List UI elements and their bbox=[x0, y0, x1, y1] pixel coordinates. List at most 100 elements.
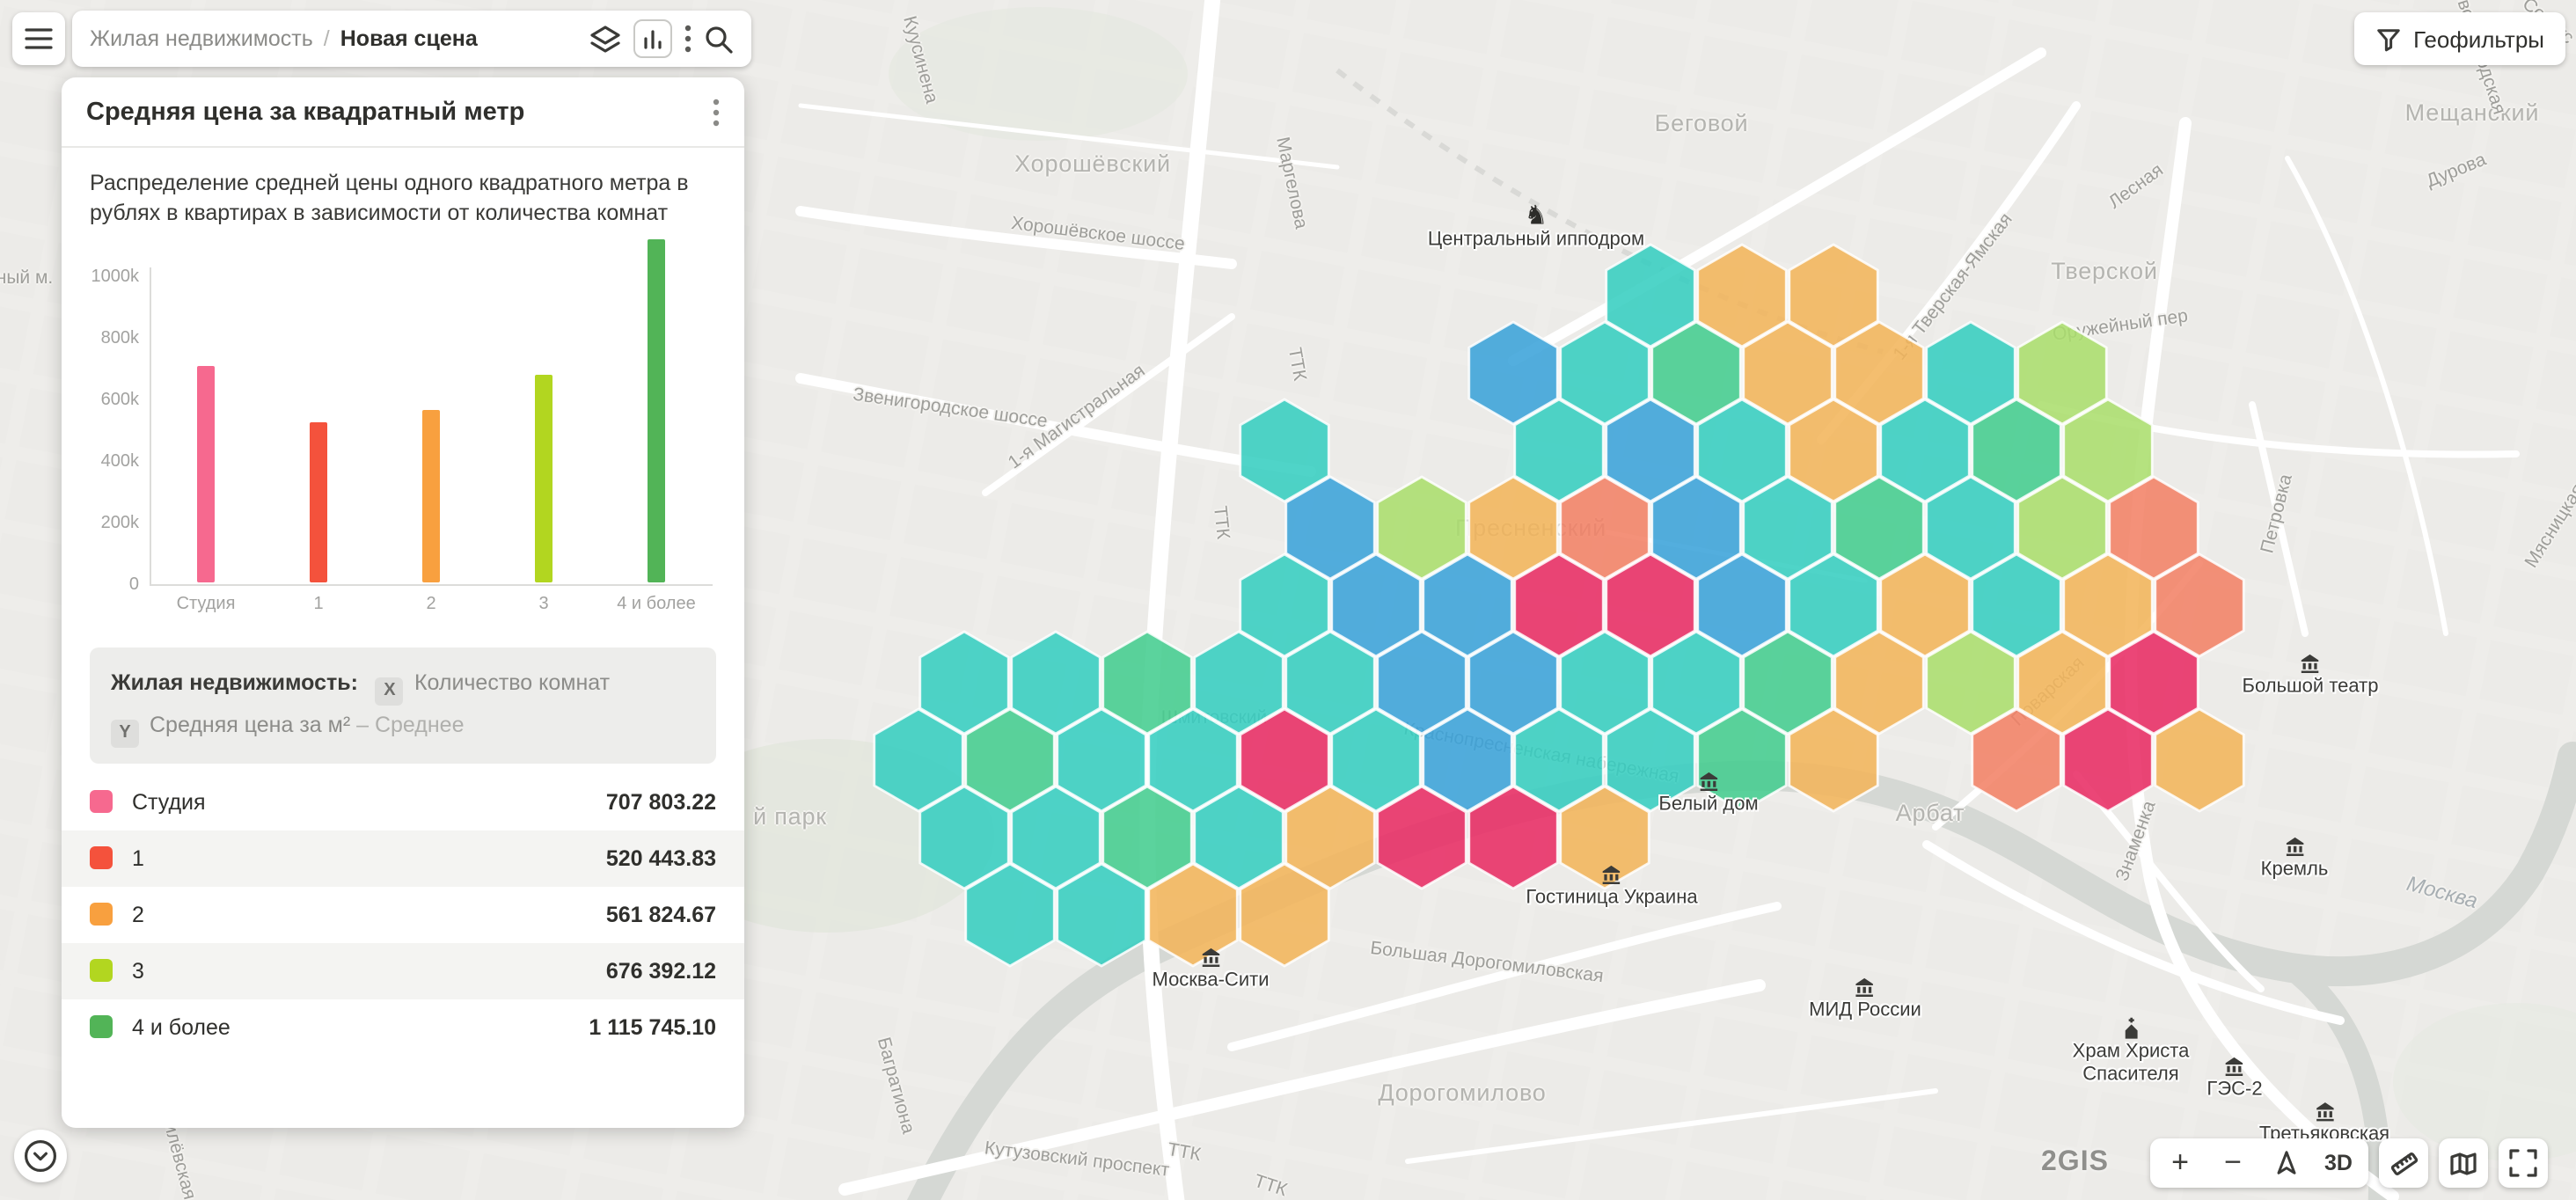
map-poi-label: МИД России bbox=[1809, 999, 1921, 1021]
building-icon bbox=[2313, 1099, 2336, 1122]
fullscreen-icon bbox=[2509, 1149, 2537, 1177]
map-controls-bar: + − 3D bbox=[2150, 1138, 2368, 1188]
app-root: КуусиненаХорошёвскийХорошёвское шоссеБег… bbox=[0, 0, 2576, 1200]
dataset-info-box: Жилая недвижимость:XКоличество комнат YС… bbox=[90, 647, 716, 763]
chart-y-axis bbox=[150, 267, 151, 585]
geofilters-label: Геофильтры bbox=[2413, 26, 2544, 52]
legend-row[interactable]: 1 520 443.83 bbox=[62, 830, 744, 886]
legend-row[interactable]: 2 561 824.67 bbox=[62, 886, 744, 942]
legend-value: 707 803.22 bbox=[606, 789, 716, 814]
building-icon bbox=[2299, 650, 2322, 673]
legend-label: 1 bbox=[132, 845, 144, 870]
zoom-out-button[interactable]: − bbox=[2206, 1138, 2259, 1188]
collapse-panel-button[interactable] bbox=[14, 1130, 67, 1182]
map-poi-label: Большой театр bbox=[2243, 676, 2379, 698]
kebab-icon bbox=[713, 98, 720, 126]
bar-chart-icon bbox=[640, 26, 665, 51]
legend-swatch bbox=[90, 1015, 113, 1038]
legend-label: 2 bbox=[132, 902, 144, 926]
chart-bar[interactable] bbox=[197, 365, 215, 583]
mode-3d-button[interactable]: 3D bbox=[2312, 1138, 2365, 1188]
horse-icon: ♞ bbox=[1525, 201, 1548, 228]
kebab-icon bbox=[684, 25, 692, 53]
map-poi[interactable]: Москва-Сити bbox=[1153, 943, 1270, 991]
breadcrumb-current: Новая сцена bbox=[340, 26, 478, 51]
chart-y-tick: 0 bbox=[90, 574, 139, 594]
fullscreen-button[interactable] bbox=[2499, 1138, 2548, 1188]
map-poi[interactable]: Белый дом bbox=[1658, 767, 1758, 816]
chart-y-tick: 200k bbox=[90, 513, 139, 532]
legend-label: 4 и более bbox=[132, 1014, 231, 1039]
layers-button[interactable] bbox=[589, 24, 621, 54]
search-icon bbox=[704, 24, 734, 54]
chart-y-tick: 1000k bbox=[90, 267, 139, 286]
y-axis-label: Средняя цена за м² bbox=[150, 712, 350, 736]
map-poi[interactable]: ♞Центральный ипподром bbox=[1428, 202, 1644, 251]
ruler-button[interactable] bbox=[2379, 1138, 2428, 1188]
legend-value: 520 443.83 bbox=[606, 845, 716, 870]
map-poi[interactable]: Гостиница Украина bbox=[1526, 860, 1697, 909]
building-icon bbox=[1697, 768, 1720, 791]
map-poi-label: Кремль bbox=[2261, 859, 2329, 881]
building-icon bbox=[1199, 944, 1222, 967]
chart-y-tick: 600k bbox=[90, 390, 139, 409]
legend-label: 3 bbox=[132, 958, 144, 983]
chart-y-tick: 400k bbox=[90, 451, 139, 471]
chart-x-label: 3 bbox=[487, 594, 600, 613]
widget-description: Распределение средней цены одного квадра… bbox=[90, 169, 716, 228]
map-poi[interactable]: Храм Христа Спасителя bbox=[2073, 1015, 2190, 1087]
map-poi[interactable]: Большой театр bbox=[2243, 649, 2379, 698]
map-poi-label: Москва-Сити bbox=[1153, 970, 1270, 991]
chart-x-axis bbox=[150, 583, 713, 585]
widgets-button[interactable] bbox=[633, 19, 672, 58]
chart-x-label: 1 bbox=[262, 594, 375, 613]
x-axis-label: Количество комнат bbox=[414, 670, 610, 694]
legend-row[interactable]: 4 и более 1 115 745.10 bbox=[62, 999, 744, 1055]
bar-chart: 0200k400k600k800k1000kСтудия1234 и более bbox=[90, 235, 716, 629]
locate-button[interactable] bbox=[2259, 1138, 2312, 1188]
folded-map-icon bbox=[2449, 1150, 2477, 1176]
widget-header: Средняя цена за квадратный метр bbox=[62, 77, 744, 148]
zoom-in-button[interactable]: + bbox=[2154, 1138, 2206, 1188]
legend-row[interactable]: Студия 707 803.22 bbox=[62, 773, 744, 830]
map-poi-label: Центральный ипподром bbox=[1428, 229, 1644, 251]
chart-bar[interactable] bbox=[648, 239, 665, 583]
chart-bar[interactable] bbox=[535, 375, 553, 583]
location-arrow-icon bbox=[2272, 1149, 2299, 1177]
legend-row[interactable]: 3 676 392.12 bbox=[62, 942, 744, 999]
dataset-label: Жилая недвижимость: bbox=[111, 670, 358, 694]
more-button[interactable] bbox=[684, 25, 692, 53]
map-poi-label: Гостиница Украина bbox=[1526, 887, 1697, 909]
map-poi-label: Храм Христа Спасителя bbox=[2073, 1042, 2190, 1087]
legend-value: 561 824.67 bbox=[606, 902, 716, 926]
filter-funnel-icon bbox=[2375, 26, 2401, 52]
chart-bar[interactable] bbox=[422, 410, 440, 583]
map-poi[interactable]: ГЭС-2 bbox=[2206, 1052, 2262, 1101]
layers-icon bbox=[589, 24, 621, 54]
breadcrumb-separator: / bbox=[324, 26, 330, 51]
building-icon bbox=[2223, 1053, 2246, 1076]
legend-value: 1 115 745.10 bbox=[589, 1014, 716, 1039]
map-poi[interactable]: МИД России bbox=[1809, 973, 1921, 1021]
widget-menu-button[interactable] bbox=[713, 98, 720, 126]
legend-label: Студия bbox=[132, 789, 206, 814]
chart-bar[interactable] bbox=[310, 423, 327, 583]
menu-button[interactable] bbox=[12, 12, 65, 65]
legend-value: 676 392.12 bbox=[606, 958, 716, 983]
chart-x-label: Студия bbox=[150, 594, 262, 613]
building-icon bbox=[1854, 974, 1877, 997]
breadcrumb-parent[interactable]: Жилая недвижимость bbox=[90, 26, 313, 51]
y-axis-badge: Y bbox=[111, 719, 139, 747]
hamburger-icon bbox=[25, 26, 53, 51]
legend-swatch bbox=[90, 846, 113, 869]
map-poi-label: Белый дом bbox=[1658, 794, 1758, 816]
basemap-button[interactable] bbox=[2439, 1138, 2488, 1188]
search-button[interactable] bbox=[704, 24, 734, 54]
building-icon bbox=[1600, 861, 1623, 884]
map-poi[interactable]: Кремль bbox=[2261, 832, 2329, 881]
y-aggregation-label: – Среднее bbox=[356, 712, 464, 736]
circled-chevron-down-icon bbox=[23, 1138, 58, 1174]
chart-x-label: 4 и более bbox=[600, 594, 713, 613]
geofilters-button[interactable]: Геофильтры bbox=[2353, 12, 2565, 65]
widget-title: Средняя цена за квадратный метр bbox=[86, 98, 524, 126]
